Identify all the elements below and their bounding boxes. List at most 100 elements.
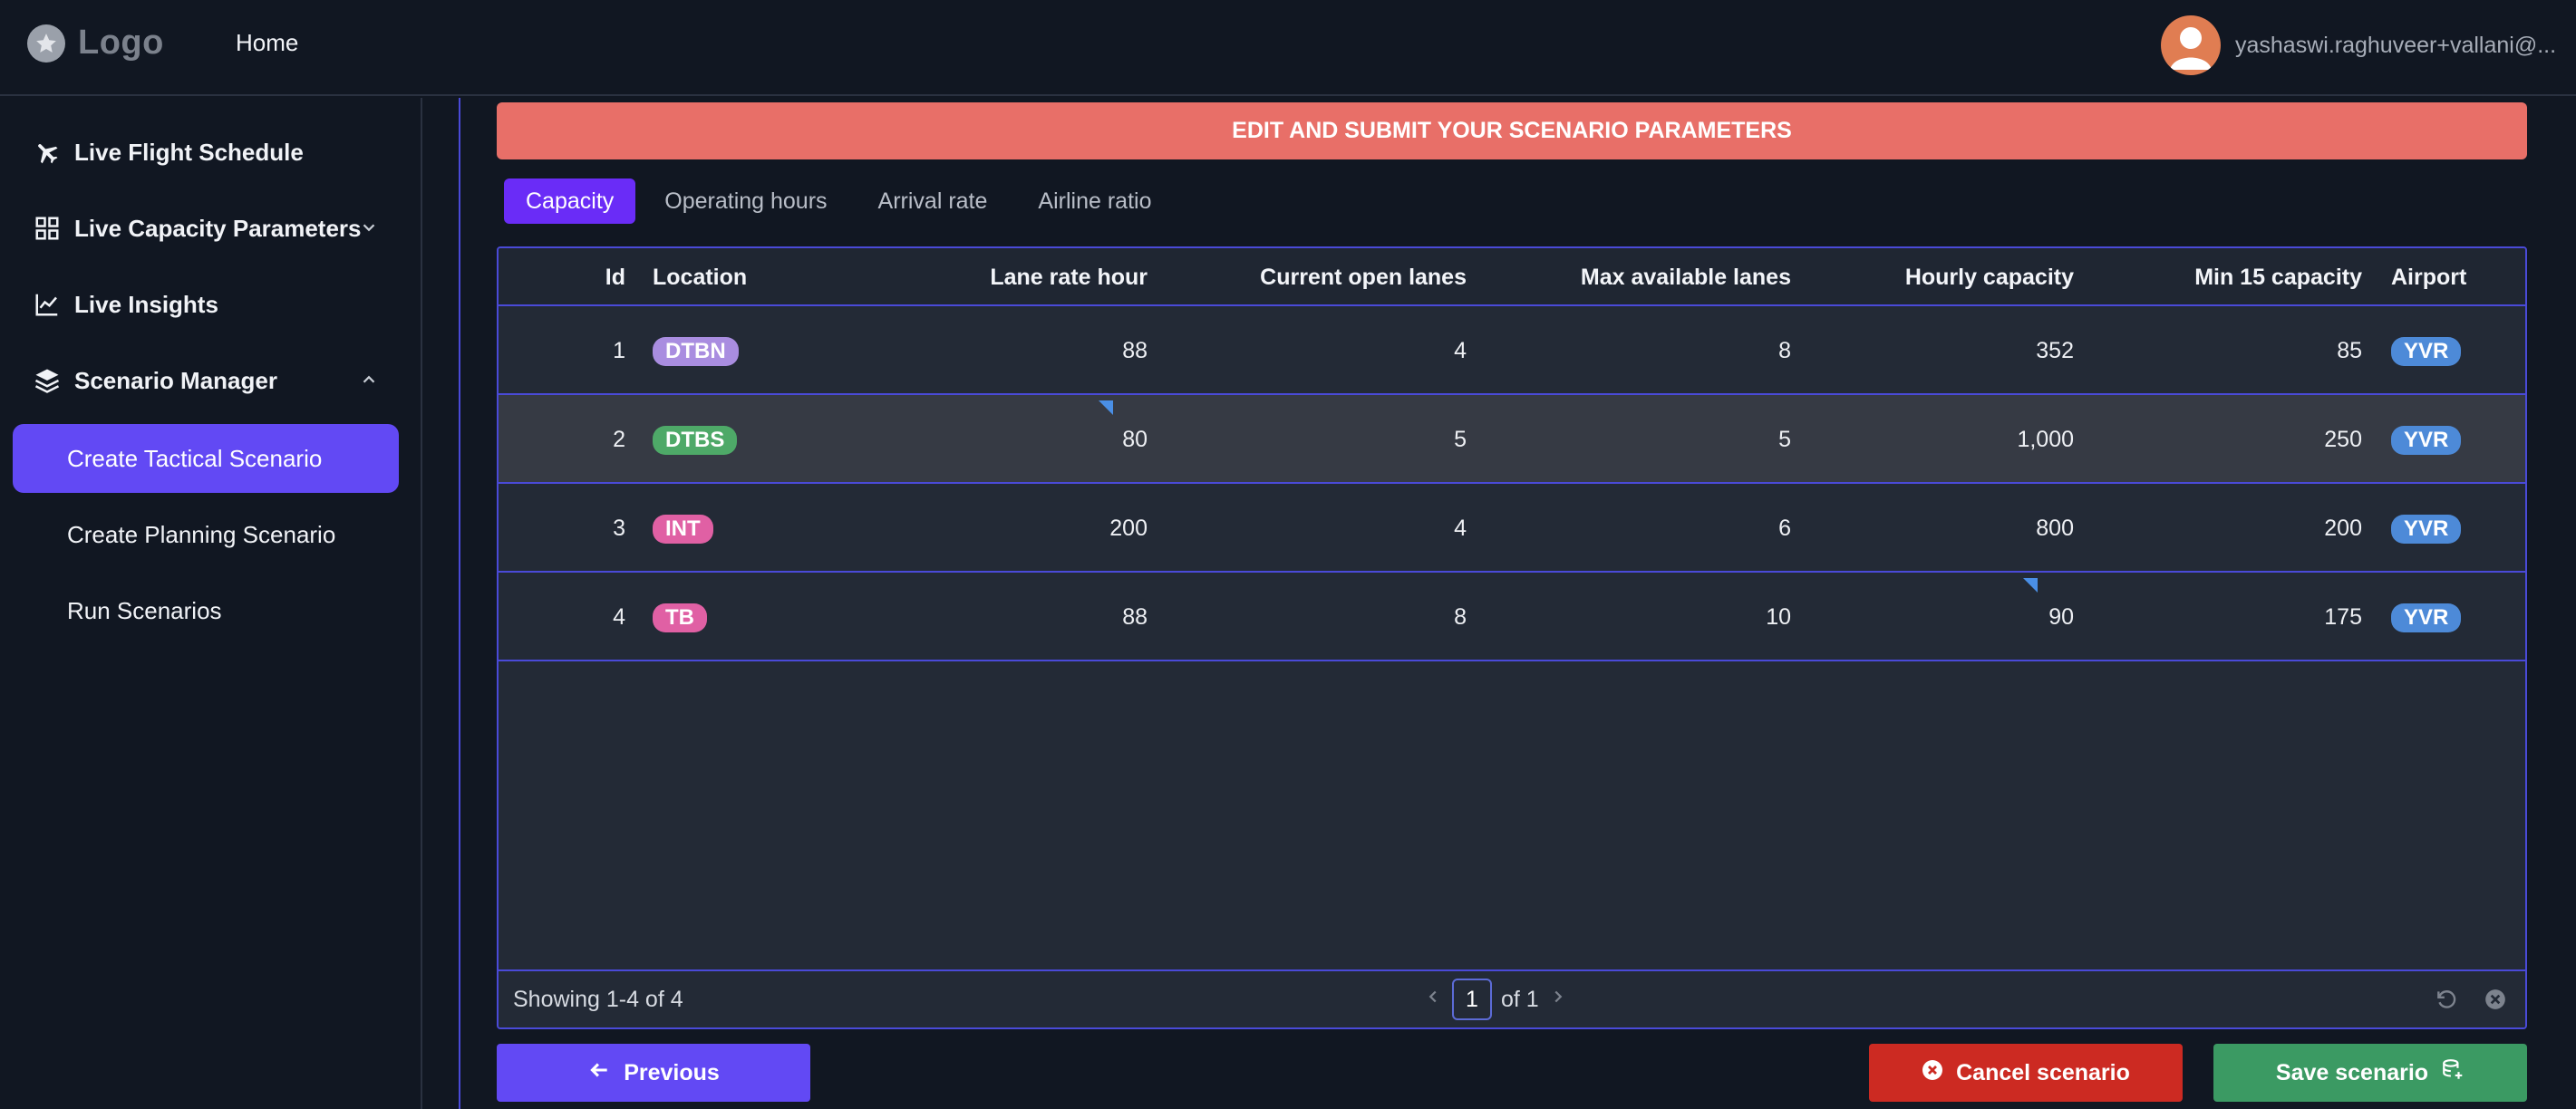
column-header-max-available-lanes[interactable]: Max available lanes bbox=[1467, 264, 1791, 291]
cell-location[interactable]: DTBS bbox=[653, 426, 738, 455]
cell-max-available-lanes[interactable]: 5 bbox=[1467, 426, 1791, 453]
save-button-label: Save scenario bbox=[2275, 1059, 2429, 1085]
save-scenario-button[interactable]: Save scenario bbox=[2213, 1044, 2527, 1102]
cancel-button-label: Cancel scenario bbox=[1956, 1059, 2130, 1085]
tab-operating-hours[interactable]: Operating hours bbox=[643, 178, 848, 224]
row-count-text: Showing 1-4 of 4 bbox=[513, 987, 683, 1012]
column-header-airport[interactable]: Airport bbox=[2391, 264, 2518, 291]
layers-icon bbox=[33, 366, 62, 395]
cell-hourly-capacity[interactable]: 800 bbox=[1791, 515, 2074, 542]
cell-lane-rate-hour[interactable]: 88 bbox=[834, 603, 1148, 631]
avatar[interactable] bbox=[2161, 15, 2221, 75]
chevron-down-icon[interactable] bbox=[359, 216, 379, 244]
cell-id: 3 bbox=[613, 516, 625, 541]
column-header-location[interactable]: Location bbox=[653, 264, 834, 291]
airplane-icon bbox=[33, 138, 62, 167]
cell-airport[interactable]: YVR bbox=[2391, 426, 2462, 455]
table-header: Id Location Lane rate hour Current open … bbox=[499, 248, 2525, 306]
airport-badge: YVR bbox=[2391, 337, 2462, 366]
airport-badge: YVR bbox=[2391, 515, 2462, 544]
sidebar-item-live-flight-schedule[interactable]: Live Flight Schedule bbox=[13, 118, 399, 187]
user-icon bbox=[2170, 27, 2212, 70]
table-row[interactable]: 4 TB 88 8 10 90 175 YVR bbox=[499, 573, 2525, 661]
cell-airport[interactable]: YVR bbox=[2391, 337, 2462, 366]
page-total: of 1 bbox=[1501, 986, 1539, 1012]
sidebar-item-run-scenarios[interactable]: Run Scenarios bbox=[13, 576, 399, 645]
capacity-table: Id Location Lane rate hour Current open … bbox=[497, 246, 2527, 1029]
cell-min-15-capacity[interactable]: 175 bbox=[2074, 603, 2362, 631]
star-icon bbox=[27, 24, 65, 63]
edited-cell-marker bbox=[1099, 400, 1113, 415]
cell-hourly-capacity[interactable]: 90 bbox=[1791, 603, 2074, 631]
page-number-input[interactable]: 1 bbox=[1452, 979, 1492, 1020]
sidebar-item-create-tactical-scenario[interactable]: Create Tactical Scenario bbox=[13, 424, 399, 493]
logo[interactable]: Logo bbox=[27, 24, 164, 63]
cell-max-available-lanes[interactable]: 6 bbox=[1467, 515, 1791, 542]
cancel-scenario-button[interactable]: Cancel scenario bbox=[1869, 1044, 2183, 1102]
cell-airport[interactable]: YVR bbox=[2391, 515, 2462, 544]
scenario-banner: EDIT AND SUBMIT YOUR SCENARIO PARAMETERS bbox=[497, 102, 2527, 159]
tab-airline-ratio[interactable]: Airline ratio bbox=[1016, 178, 1173, 224]
previous-button[interactable]: Previous bbox=[497, 1044, 810, 1102]
pagination: 1 of 1 bbox=[1423, 979, 1568, 1020]
refresh-icon[interactable] bbox=[2435, 988, 2458, 1016]
tab-arrival-rate[interactable]: Arrival rate bbox=[857, 178, 1010, 224]
cell-location[interactable]: TB bbox=[653, 603, 707, 632]
cell-lane-rate-hour[interactable]: 80 bbox=[834, 426, 1148, 453]
cell-max-available-lanes[interactable]: 8 bbox=[1467, 337, 1791, 364]
clear-icon[interactable] bbox=[2484, 988, 2507, 1016]
sidebar-item-label: Scenario Manager bbox=[74, 366, 277, 394]
arrow-left-icon bbox=[587, 1058, 611, 1088]
airport-badge: YVR bbox=[2391, 426, 2462, 455]
cell-current-open-lanes[interactable]: 4 bbox=[1148, 337, 1467, 364]
column-header-current-open-lanes[interactable]: Current open lanes bbox=[1148, 264, 1467, 291]
chevron-left-icon[interactable] bbox=[1423, 987, 1443, 1013]
sidebar-item-label: Live Capacity Parameters bbox=[74, 214, 362, 242]
column-header-lane-rate-hour[interactable]: Lane rate hour bbox=[834, 264, 1148, 291]
cell-lane-rate-hour[interactable]: 88 bbox=[834, 337, 1148, 364]
sidebar: Live Flight Schedule Live Capacity Param… bbox=[0, 98, 422, 1109]
table-row[interactable]: 3 INT 200 4 6 800 200 YVR bbox=[499, 484, 2525, 573]
cell-max-available-lanes[interactable]: 10 bbox=[1467, 603, 1791, 631]
table-actions bbox=[2435, 988, 2507, 1016]
cell-airport[interactable]: YVR bbox=[2391, 603, 2462, 632]
column-header-min-15-capacity[interactable]: Min 15 capacity bbox=[2074, 264, 2362, 291]
sidebar-item-live-capacity-parameters[interactable]: Live Capacity Parameters bbox=[13, 194, 399, 263]
user-menu[interactable]: yashaswi.raghuveer+vallani@... bbox=[2161, 15, 2560, 75]
cell-min-15-capacity[interactable]: 250 bbox=[2074, 426, 2362, 453]
cell-id: 1 bbox=[613, 338, 625, 363]
cell-hourly-capacity[interactable]: 352 bbox=[1791, 337, 2074, 364]
cell-current-open-lanes[interactable]: 5 bbox=[1148, 426, 1467, 453]
location-badge: DTBN bbox=[653, 337, 739, 366]
home-link[interactable]: Home bbox=[236, 29, 298, 57]
tab-bar: Capacity Operating hours Arrival rate Ai… bbox=[504, 178, 1180, 224]
edited-cell-marker bbox=[2023, 578, 2038, 593]
cell-current-open-lanes[interactable]: 4 bbox=[1148, 515, 1467, 542]
sidebar-item-scenario-manager[interactable]: Scenario Manager bbox=[13, 346, 399, 415]
chevron-up-icon[interactable] bbox=[359, 368, 379, 396]
table-row[interactable]: 2 DTBS 80 5 5 1,000 250 YVR bbox=[499, 395, 2525, 484]
cell-min-15-capacity[interactable]: 200 bbox=[2074, 515, 2362, 542]
column-header-id[interactable]: Id bbox=[553, 264, 625, 291]
logo-text: Logo bbox=[78, 24, 164, 62]
location-badge: INT bbox=[653, 515, 713, 544]
cell-id: 2 bbox=[613, 427, 625, 452]
tab-capacity[interactable]: Capacity bbox=[504, 178, 636, 224]
cell-lane-rate-hour[interactable]: 200 bbox=[834, 515, 1148, 542]
cell-min-15-capacity[interactable]: 85 bbox=[2074, 337, 2362, 364]
user-name: yashaswi.raghuveer+vallani@... bbox=[2235, 32, 2557, 58]
table-footer: Showing 1-4 of 4 1 of 1 bbox=[499, 969, 2525, 1027]
cell-current-open-lanes[interactable]: 8 bbox=[1148, 603, 1467, 631]
cell-hourly-capacity[interactable]: 1,000 bbox=[1791, 426, 2074, 453]
sidebar-item-label: Live Insights bbox=[74, 290, 218, 318]
cancel-circle-icon bbox=[1922, 1059, 1943, 1087]
location-badge: DTBS bbox=[653, 426, 738, 455]
column-header-hourly-capacity[interactable]: Hourly capacity bbox=[1791, 264, 2074, 291]
sidebar-item-create-planning-scenario[interactable]: Create Planning Scenario bbox=[13, 500, 399, 569]
cell-location[interactable]: DTBN bbox=[653, 337, 739, 366]
previous-button-label: Previous bbox=[624, 1059, 720, 1085]
chevron-right-icon[interactable] bbox=[1548, 987, 1568, 1013]
cell-location[interactable]: INT bbox=[653, 515, 713, 544]
table-row[interactable]: 1 DTBN 88 4 8 352 85 YVR bbox=[499, 306, 2525, 395]
sidebar-item-live-insights[interactable]: Live Insights bbox=[13, 270, 399, 339]
